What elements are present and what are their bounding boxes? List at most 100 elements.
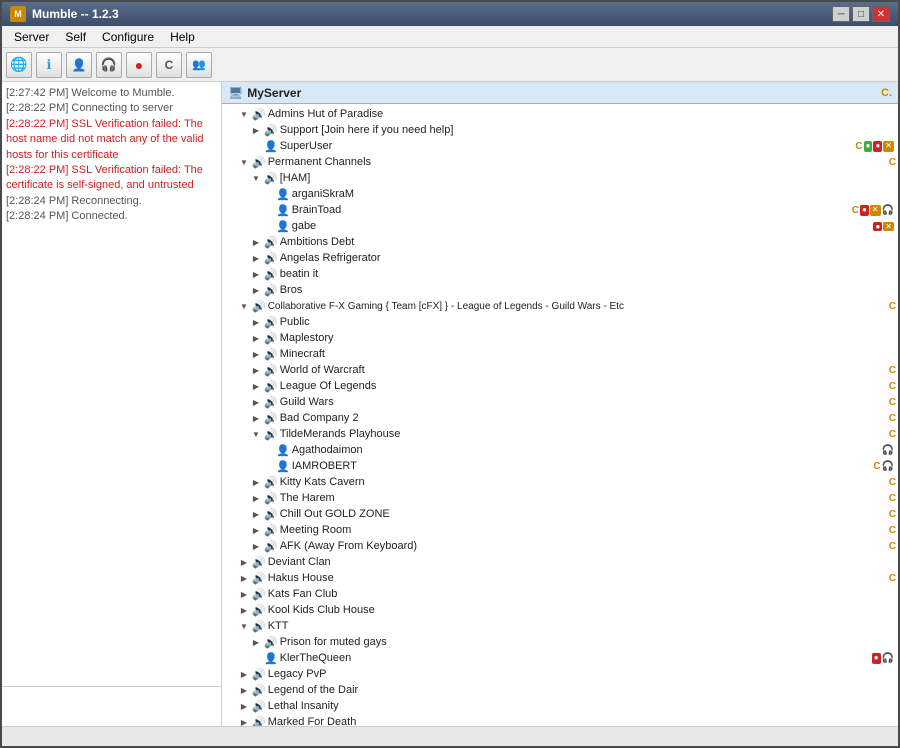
channel-permanent[interactable]: ▼ 🔊 Permanent Channels C bbox=[222, 154, 898, 170]
expand-icon: ▶ bbox=[250, 396, 262, 408]
menu-self[interactable]: Self bbox=[57, 28, 94, 46]
channel-legacy-pvp[interactable]: ▶ 🔊 Legacy PvP bbox=[222, 666, 898, 682]
channel-wow[interactable]: ▶ 🔊 World of Warcraft C bbox=[222, 362, 898, 378]
group-button[interactable]: 👥 bbox=[186, 52, 212, 78]
chat-message: [2:28:24 PM] Connected. bbox=[6, 209, 217, 224]
channel-label: League Of Legends bbox=[280, 380, 889, 392]
globe-button[interactable]: 🌐 bbox=[6, 52, 32, 78]
spacer bbox=[262, 444, 274, 456]
user-label: BrainToad bbox=[292, 204, 852, 216]
expand-icon: ▶ bbox=[250, 236, 262, 248]
channel-minecraft[interactable]: ▶ 🔊 Minecraft bbox=[222, 346, 898, 362]
spacer bbox=[262, 188, 274, 200]
close-button[interactable]: ✕ bbox=[872, 6, 890, 22]
user-badges: ● 🎧 bbox=[872, 653, 896, 664]
status-bar bbox=[2, 726, 898, 746]
channel-bros[interactable]: ▶ 🔊 Bros bbox=[222, 282, 898, 298]
channel-afk[interactable]: ▶ 🔊 AFK (Away From Keyboard) C bbox=[222, 538, 898, 554]
channel-ambitions[interactable]: ▶ 🔊 Ambitions Debt bbox=[222, 234, 898, 250]
user-argani[interactable]: 👤 arganiSkraM bbox=[222, 186, 898, 202]
user-braintoad[interactable]: 👤 BrainToad C ● ✕ 🎧 bbox=[222, 202, 898, 218]
minimize-button[interactable]: ─ bbox=[832, 6, 850, 22]
user-label: gabe bbox=[292, 220, 874, 232]
chat-message: [2:28:22 PM] Connecting to server bbox=[6, 101, 217, 116]
user-button[interactable]: 👤 bbox=[66, 52, 92, 78]
expand-icon: ▼ bbox=[238, 620, 250, 632]
menu-help[interactable]: Help bbox=[162, 28, 203, 46]
record-button[interactable]: ● bbox=[126, 52, 152, 78]
user-gabe[interactable]: 👤 gabe ● ✕ bbox=[222, 218, 898, 234]
channel-beatin-it[interactable]: ▶ 🔊 beatin it bbox=[222, 266, 898, 282]
user-agathodaimon[interactable]: 👤 Agathodaimon 🎧 bbox=[222, 442, 898, 458]
expand-icon: ▶ bbox=[250, 492, 262, 504]
user-badges: C 🎧 bbox=[873, 461, 896, 472]
expand-icon: ▼ bbox=[250, 428, 262, 440]
spacer bbox=[262, 204, 274, 216]
channel-cfx[interactable]: ▼ 🔊 Collaborative F-X Gaming { Team [cFX… bbox=[222, 298, 898, 314]
channel-support[interactable]: ▶ 🔊 Support [Join here if you need help] bbox=[222, 122, 898, 138]
channel-label: Lethal Insanity bbox=[268, 700, 896, 712]
chat-log: [2:27:42 PM] Welcome to Mumble. [2:28:22… bbox=[2, 82, 221, 686]
expand-icon: ▶ bbox=[250, 412, 262, 424]
title-bar: M Mumble -- 1.2.3 ─ □ ✕ bbox=[2, 2, 898, 26]
channel-theharem[interactable]: ▶ 🔊 The Harem C bbox=[222, 490, 898, 506]
user-superuser[interactable]: 👤 SuperUser C ● ● ✕ bbox=[222, 138, 898, 154]
expand-icon: ▶ bbox=[250, 380, 262, 392]
user-badges: C ● ✕ 🎧 bbox=[852, 205, 896, 216]
expand-icon: ▶ bbox=[250, 364, 262, 376]
user-klerqueen[interactable]: 👤 KlerTheQueen ● 🎧 bbox=[222, 650, 898, 666]
chat-input-area[interactable] bbox=[2, 686, 221, 726]
headset-button[interactable]: 🎧 bbox=[96, 52, 122, 78]
channel-deviant[interactable]: ▶ 🔊 Deviant Clan bbox=[222, 554, 898, 570]
channel-meetingroom[interactable]: ▶ 🔊 Meeting Room C bbox=[222, 522, 898, 538]
channel-label: World of Warcraft bbox=[280, 364, 889, 376]
channel-label: AFK (Away From Keyboard) bbox=[280, 540, 889, 552]
channel-label: Angelas Refrigerator bbox=[280, 252, 896, 264]
server-tree[interactable]: ▼ 🔊 Admins Hut of Paradise ▶ 🔊 Support [… bbox=[222, 104, 898, 726]
main-window: M Mumble -- 1.2.3 ─ □ ✕ Server Self Conf… bbox=[0, 0, 900, 748]
chat-input[interactable] bbox=[2, 687, 221, 726]
channel-badco[interactable]: ▶ 🔊 Bad Company 2 C bbox=[222, 410, 898, 426]
channel-kittykats[interactable]: ▶ 🔊 Kitty Kats Cavern C bbox=[222, 474, 898, 490]
chat-message: [2:27:42 PM] Welcome to Mumble. bbox=[6, 86, 217, 101]
channel-ham[interactable]: ▼ 🔊 [HAM] bbox=[222, 170, 898, 186]
channel-kool-kids[interactable]: ▶ 🔊 Kool Kids Club House bbox=[222, 602, 898, 618]
menu-configure[interactable]: Configure bbox=[94, 28, 162, 46]
channel-prison[interactable]: ▶ 🔊 Prison for muted gays bbox=[222, 634, 898, 650]
channel-label: Hakus House bbox=[268, 572, 889, 584]
channel-chillout[interactable]: ▶ 🔊 Chill Out GOLD ZONE C bbox=[222, 506, 898, 522]
channel-label: KTT bbox=[268, 620, 896, 632]
channel-public[interactable]: ▶ 🔊 Public bbox=[222, 314, 898, 330]
expand-icon: ▶ bbox=[238, 556, 250, 568]
expand-icon: ▶ bbox=[238, 700, 250, 712]
user-badges: 🎧 bbox=[882, 445, 896, 456]
channel-marked[interactable]: ▶ 🔊 Marked For Death bbox=[222, 714, 898, 726]
config-button[interactable]: C bbox=[156, 52, 182, 78]
channel-label: Chill Out GOLD ZONE bbox=[280, 508, 889, 520]
maximize-button[interactable]: □ bbox=[852, 6, 870, 22]
expand-icon: ▶ bbox=[250, 124, 262, 136]
chat-message: [2:28:22 PM] SSL Verification failed: Th… bbox=[6, 163, 217, 194]
channel-angelas[interactable]: ▶ 🔊 Angelas Refrigerator bbox=[222, 250, 898, 266]
channel-guildwars[interactable]: ▶ 🔊 Guild Wars C bbox=[222, 394, 898, 410]
channel-kats-fan[interactable]: ▶ 🔊 Kats Fan Club bbox=[222, 586, 898, 602]
expand-icon: ▼ bbox=[238, 300, 250, 312]
window-title: Mumble -- 1.2.3 bbox=[32, 7, 119, 21]
channel-maplestory[interactable]: ▶ 🔊 Maplestory bbox=[222, 330, 898, 346]
channel-tildemerand[interactable]: ▼ 🔊 TildeMerands Playhouse C bbox=[222, 426, 898, 442]
server-badge: C. bbox=[881, 87, 892, 99]
channel-label: Public bbox=[280, 316, 896, 328]
user-iamrobert[interactable]: 👤 IAMROBERT C 🎧 bbox=[222, 458, 898, 474]
channel-ktt[interactable]: ▼ 🔊 KTT bbox=[222, 618, 898, 634]
info-button[interactable]: ℹ bbox=[36, 52, 62, 78]
channel-hakus[interactable]: ▶ 🔊 Hakus House C bbox=[222, 570, 898, 586]
channel-label: The Harem bbox=[280, 492, 889, 504]
channel-label: Kitty Kats Cavern bbox=[280, 476, 889, 488]
menu-server[interactable]: Server bbox=[6, 28, 57, 46]
channel-lethal[interactable]: ▶ 🔊 Lethal Insanity bbox=[222, 698, 898, 714]
channel-label: Prison for muted gays bbox=[280, 636, 896, 648]
channel-admins-hut[interactable]: ▼ 🔊 Admins Hut of Paradise bbox=[222, 106, 898, 122]
channel-legend-dair[interactable]: ▶ 🔊 Legend of the Dair bbox=[222, 682, 898, 698]
channel-lol[interactable]: ▶ 🔊 League Of Legends C bbox=[222, 378, 898, 394]
channel-label: Support [Join here if you need help] bbox=[280, 124, 896, 136]
